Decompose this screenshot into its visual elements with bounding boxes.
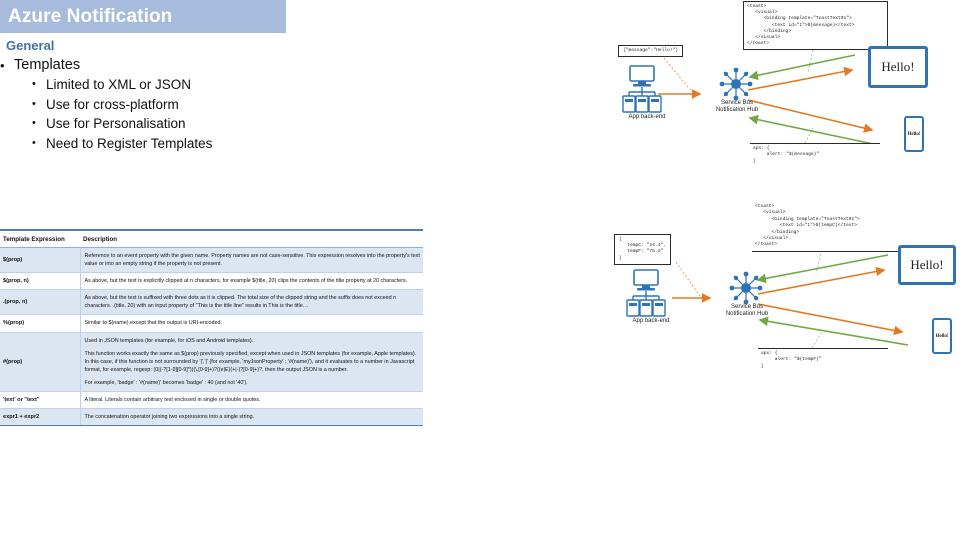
- slide-canvas: Azure Notification General • Templates •…: [0, 0, 960, 540]
- bullet-dot-icon: •: [32, 136, 36, 149]
- arrow-phone-to-hub: [758, 316, 909, 346]
- desc-paragraph: As above, but the text is suffixed with …: [84, 295, 397, 310]
- leader-payload: [663, 57, 693, 93]
- app-backend-label: App back-end: [632, 318, 670, 324]
- desc-paragraph: This function works exactly the same as …: [84, 350, 417, 373]
- bullet-dot-icon: •: [0, 58, 5, 73]
- cell-description: The concatenation operator joining two e…: [80, 408, 423, 427]
- table-row: $(prop, n) As above, but the text is exp…: [0, 272, 423, 291]
- phone-device-top: Hello!: [904, 116, 924, 152]
- leader-wns-template: [815, 249, 823, 275]
- notification-hub-label: Service Bus Notification Hub: [725, 304, 769, 318]
- table-row: .(prop, n) As above, but the text is suf…: [0, 289, 423, 316]
- phone-notification-text: Hello!: [907, 131, 921, 137]
- bullet-level2: • Use for cross-platform: [0, 95, 440, 115]
- cell-description: A literal. Literals contain arbitrary te…: [80, 391, 423, 410]
- table-row: %(prop) Similar to $(name) except that t…: [0, 314, 423, 333]
- arrow-hub-to-tablet: [747, 66, 854, 91]
- bullet-level2-label: Use for Personalisation: [46, 116, 186, 131]
- cell-expression: .(prop, n): [0, 289, 81, 316]
- cell-expression: $(prop, n): [0, 272, 81, 291]
- cell-description: As above, but the text is explicitly cli…: [80, 272, 423, 291]
- desc-paragraph: A literal. Literals contain arbitrary te…: [84, 397, 261, 404]
- apns-template-top: aps: { alert: "$(message)" }: [750, 143, 880, 166]
- table-row: expr1 + expr2 The concatenation operator…: [0, 408, 423, 427]
- notification-hub-icon: [729, 271, 763, 305]
- desc-paragraph: Used in JSON templates (for example, for…: [84, 337, 254, 344]
- diagram-top: App back-end Service Bus Notification Hu…: [600, 0, 960, 190]
- table-row: $(prop) Reference to an event property w…: [0, 247, 423, 274]
- desc-paragraph: The concatenation operator joining two e…: [84, 414, 255, 421]
- leader-apns-template: [811, 331, 823, 349]
- diagram-bottom: App back-end Service Bus Notification Hu…: [600, 190, 960, 385]
- bullet-level2-label: Use for cross-platform: [46, 96, 179, 112]
- notification-hub-label: Service Bus Notification Hub: [715, 100, 759, 114]
- arrow-phone-to-hub: [748, 114, 879, 146]
- bullet-level2-label: Limited to XML or JSON: [46, 77, 192, 92]
- template-expression-table: Template Expression Description $(prop) …: [0, 229, 423, 427]
- tablet-notification-text: Hello!: [910, 257, 944, 272]
- table-row: 'text' or "text" A literal. Literals con…: [0, 391, 423, 410]
- slide-title-bar: Azure Notification: [0, 0, 286, 33]
- bullet-level2-label: Need to Register Templates: [46, 135, 213, 151]
- tablet-notification-text: Hello!: [881, 59, 915, 74]
- wns-template-bottom: <toast> <visual> <binding template="Toas…: [752, 202, 907, 252]
- column-header-expression: Template Expression: [0, 229, 80, 248]
- table-row: #(prop) Used in JSON templates (for exam…: [0, 332, 423, 393]
- cell-description: Used in JSON templates (for example, for…: [80, 332, 423, 393]
- column-header-description: Description: [80, 229, 423, 248]
- bullet-dot-icon: •: [32, 78, 36, 90]
- event-payload-top: {"message":"Hello!"}: [618, 45, 684, 58]
- bullet-level1-label: Templates: [14, 57, 81, 73]
- bullet-dot-icon: •: [32, 97, 36, 110]
- desc-paragraph: For example, 'badge' : '#(name)' becomes…: [84, 379, 248, 386]
- bullet-level2: • Limited to XML or JSON: [0, 75, 440, 95]
- phone-device-bottom: Hello!: [932, 318, 952, 354]
- wns-template-top: <toast> <visual> <binding template="Toas…: [743, 1, 888, 51]
- leader-wns-template: [807, 49, 814, 73]
- cell-description: As above, but the text is suffixed with …: [80, 289, 423, 316]
- arrow-tablet-to-hub: [748, 54, 856, 81]
- bullet-list: • Templates • Limited to XML or JSON • U…: [0, 56, 440, 153]
- bullet-level2: • Use for Personalisation: [0, 114, 440, 134]
- bullet-level1: • Templates: [0, 56, 440, 75]
- section-heading: General: [6, 38, 55, 53]
- cell-expression: $(prop): [0, 247, 81, 274]
- cell-description: Similar to $(name) except that the outpu…: [80, 314, 423, 333]
- arrow-hub-to-phone: [757, 303, 904, 336]
- phone-notification-text: Hello!: [935, 333, 949, 339]
- cell-expression: expr1 + expr2: [0, 408, 81, 427]
- desc-paragraph: Reference to an event property with the …: [84, 253, 420, 268]
- bullet-dot-icon: •: [32, 117, 36, 129]
- desc-paragraph: As above, but the text is explicitly cli…: [84, 278, 408, 285]
- app-backend-label: App back-end: [628, 114, 666, 120]
- arrow-tablet-to-hub: [756, 254, 889, 284]
- table-header-row: Template Expression Description: [0, 229, 423, 248]
- tablet-device-top: Hello!: [868, 46, 928, 88]
- notification-hub-icon: [719, 67, 753, 101]
- cell-expression: #(prop): [0, 332, 81, 393]
- app-backend-icon: [622, 65, 662, 113]
- bullet-level2: • Need to Register Templates: [0, 134, 440, 154]
- event-payload-bottom: { tempC: "24.4", tempF: "75.2" }: [614, 234, 671, 265]
- page-title: Azure Notification: [8, 5, 173, 27]
- apns-template-bottom: aps: { alert: "$(tempF)" }: [758, 348, 888, 371]
- cell-description: Reference to an event property with the …: [80, 247, 423, 274]
- leader-payload: [675, 261, 701, 297]
- arrow-hub-to-tablet: [757, 266, 886, 295]
- tablet-device-bottom: Hello!: [898, 245, 956, 285]
- cell-expression: %(prop): [0, 314, 81, 333]
- app-backend-icon: [626, 269, 666, 317]
- cell-expression: 'text' or "text": [0, 391, 81, 410]
- desc-paragraph: Similar to $(name) except that the outpu…: [84, 320, 223, 327]
